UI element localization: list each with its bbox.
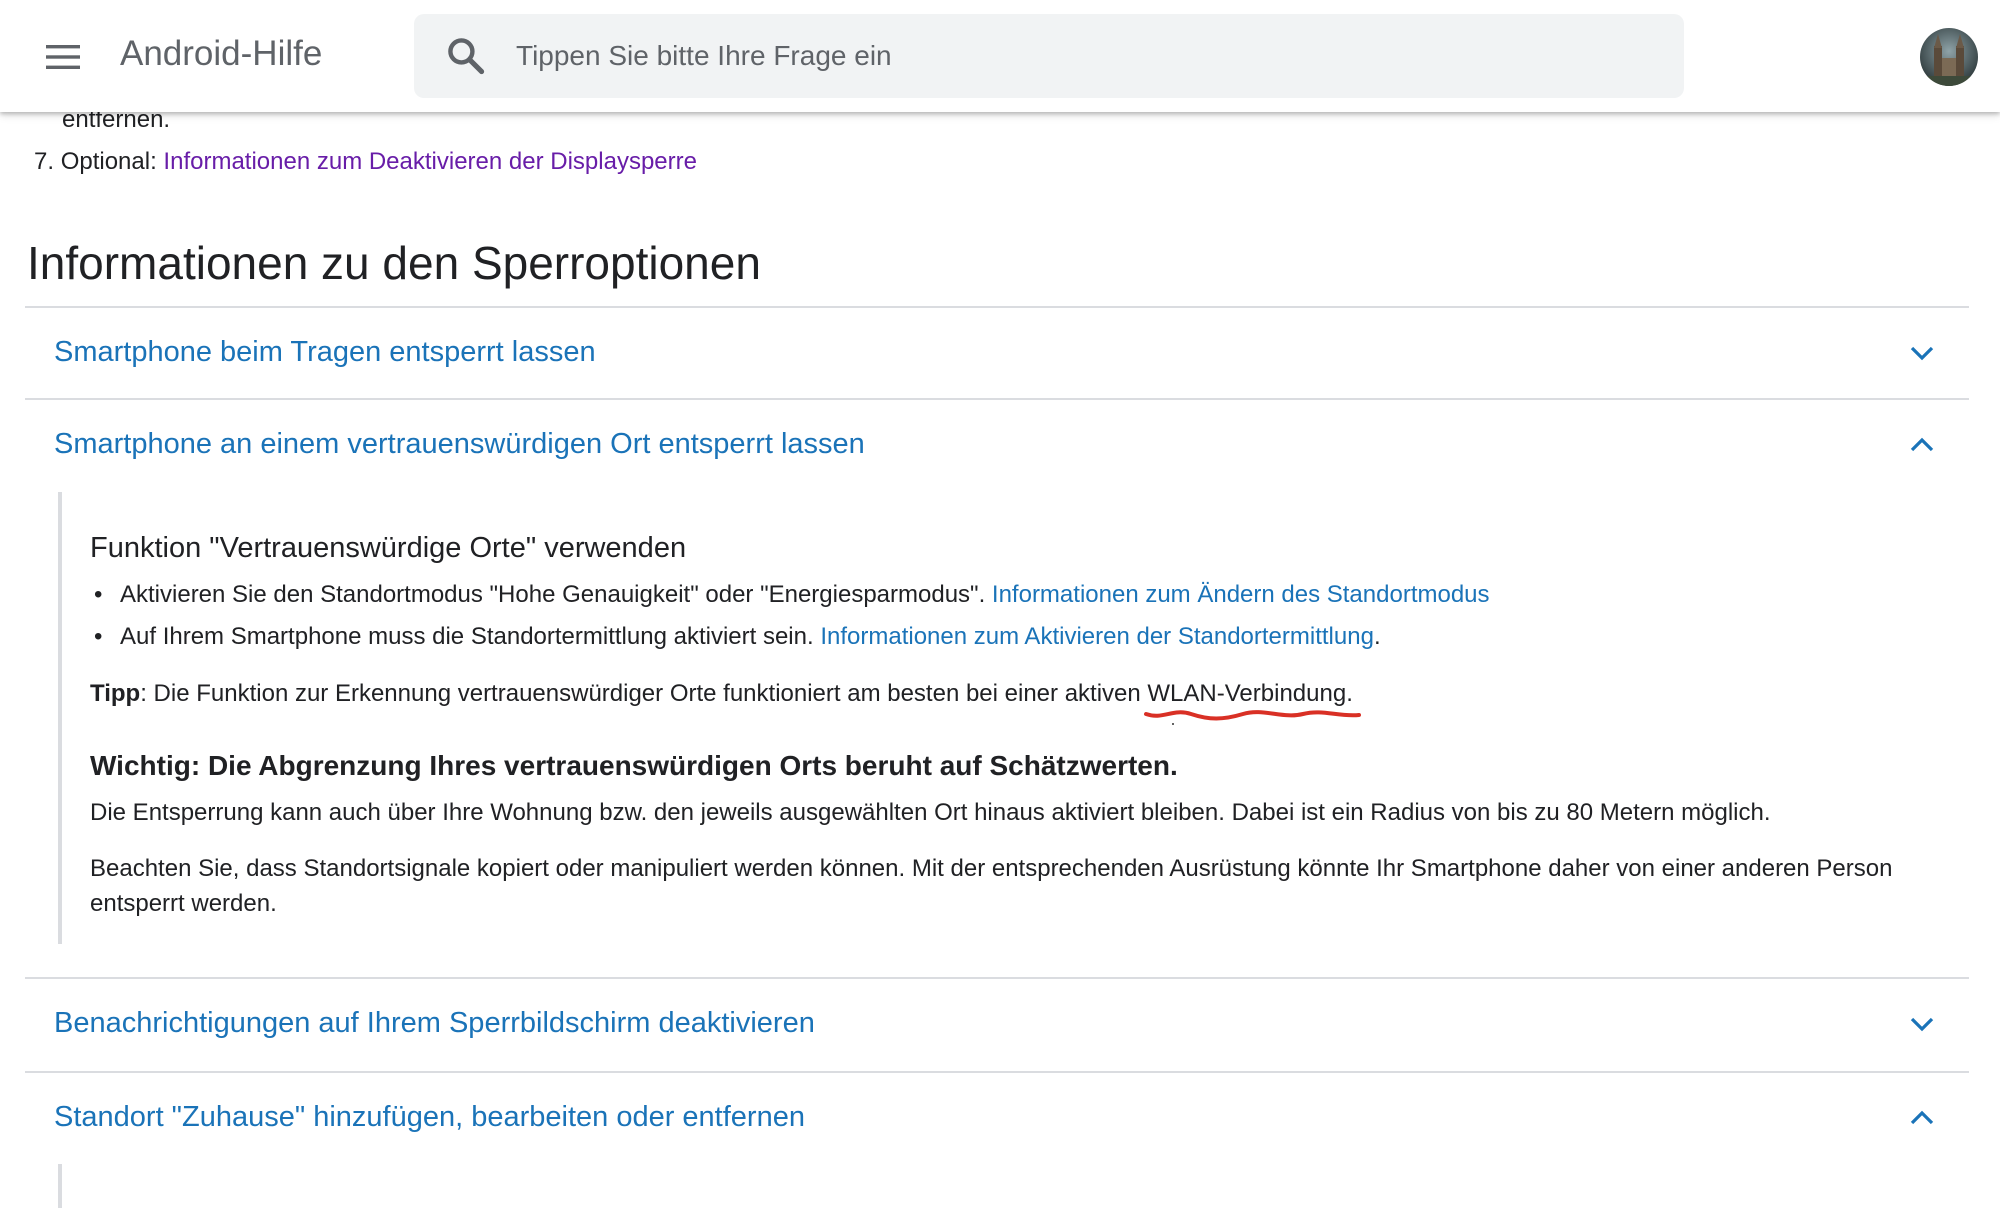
bullet-suffix: .	[1373, 623, 1381, 650]
search-icon[interactable]	[444, 34, 488, 78]
step-7-number: 7.	[34, 148, 55, 175]
step-7-prefix: Optional:	[60, 148, 157, 175]
bullet-icon: •	[94, 581, 103, 608]
wlan-highlight: WLAN-Verbindung	[1144, 676, 1362, 725]
chevron-up-icon	[1910, 437, 1934, 452]
bullet-text: Aktivieren Sie den Standortmodus "Hohe G…	[120, 581, 986, 608]
app-title[interactable]: Android-Hilfe	[120, 34, 322, 74]
change-location-mode-link[interactable]: Informationen zum Ändern des Standortmod…	[992, 581, 1490, 608]
accordion-carry-unlocked[interactable]: Smartphone beim Tragen entsperrt lassen	[25, 308, 1969, 398]
radius-paragraph: Die Entsperrung kann auch über Ihre Wohn…	[90, 799, 1771, 826]
list-item: • Aktivieren Sie den Standortmodus "Hohe …	[94, 581, 1490, 609]
accordion-title: Standort "Zuhause" hinzufügen, bearbeite…	[54, 1101, 805, 1133]
chevron-down-icon	[1910, 1017, 1934, 1032]
hamburger-menu-icon	[46, 45, 80, 69]
trusted-places-heading: Funktion "Vertrauenswürdige Orte" verwen…	[90, 532, 687, 564]
accordion-title: Smartphone beim Tragen entsperrt lassen	[54, 336, 596, 368]
tip-paragraph: Tipp: Die Funktion zur Erkennung vertrau…	[90, 676, 1362, 725]
accordion-title: Smartphone an einem vertrauenswürdigen O…	[54, 428, 865, 460]
accordion-trusted-places[interactable]: Smartphone an einem vertrauenswürdigen O…	[25, 400, 1969, 490]
list-item: • Auf Ihrem Smartphone muss die Standorte…	[94, 623, 1381, 651]
home-location-panel-border	[58, 1164, 62, 1208]
accordion-home-location[interactable]: Standort "Zuhause" hinzufügen, bearbeite…	[25, 1073, 1969, 1163]
search-input[interactable]	[514, 14, 1664, 98]
trusted-places-panel: Funktion "Vertrauenswürdige Orte" verwen…	[58, 492, 1958, 944]
tip-text: : Die Funktion zur Erkennung vertrauensw…	[140, 680, 1148, 707]
wlan-highlight-text: WLAN-Verbindung	[1147, 680, 1347, 707]
section-heading: Informationen zu den Sperroptionen	[27, 237, 761, 289]
avatar-image	[1920, 28, 1978, 86]
chevron-down-icon	[1910, 346, 1934, 361]
red-underline-annotation	[1144, 710, 1362, 725]
bullet-text: Auf Ihrem Smartphone muss die Standorter…	[120, 623, 814, 650]
tip-label: Tipp	[90, 680, 141, 707]
disable-screen-lock-link[interactable]: Informationen zum Deaktivieren der Displ…	[163, 148, 697, 175]
search-bar[interactable]	[414, 14, 1684, 98]
page-content: entfernen. 7. Optional: Informationen zu…	[0, 0, 2000, 1208]
main-menu-button[interactable]	[38, 32, 88, 82]
accordion-lockscreen-notifications[interactable]: Benachrichtigungen auf Ihrem Sperrbildsc…	[25, 979, 1969, 1069]
account-avatar[interactable]	[1920, 28, 1978, 86]
enable-location-link[interactable]: Informationen zum Aktivieren der Standor…	[820, 623, 1374, 650]
chevron-up-icon	[1910, 1110, 1934, 1125]
spoofing-paragraph: Beachten Sie, dass Standortsignale kopie…	[90, 855, 1893, 917]
important-heading: Wichtig: Die Abgrenzung Ihres vertrauens…	[90, 750, 1178, 781]
step-7: 7. Optional: Informationen zum Deaktivie…	[34, 148, 697, 176]
top-app-bar: Android-Hilfe	[0, 0, 2000, 112]
bullet-icon: •	[94, 623, 103, 650]
accordion-title: Benachrichtigungen auf Ihrem Sperrbildsc…	[54, 1007, 815, 1039]
tip-end: .	[1346, 680, 1353, 707]
